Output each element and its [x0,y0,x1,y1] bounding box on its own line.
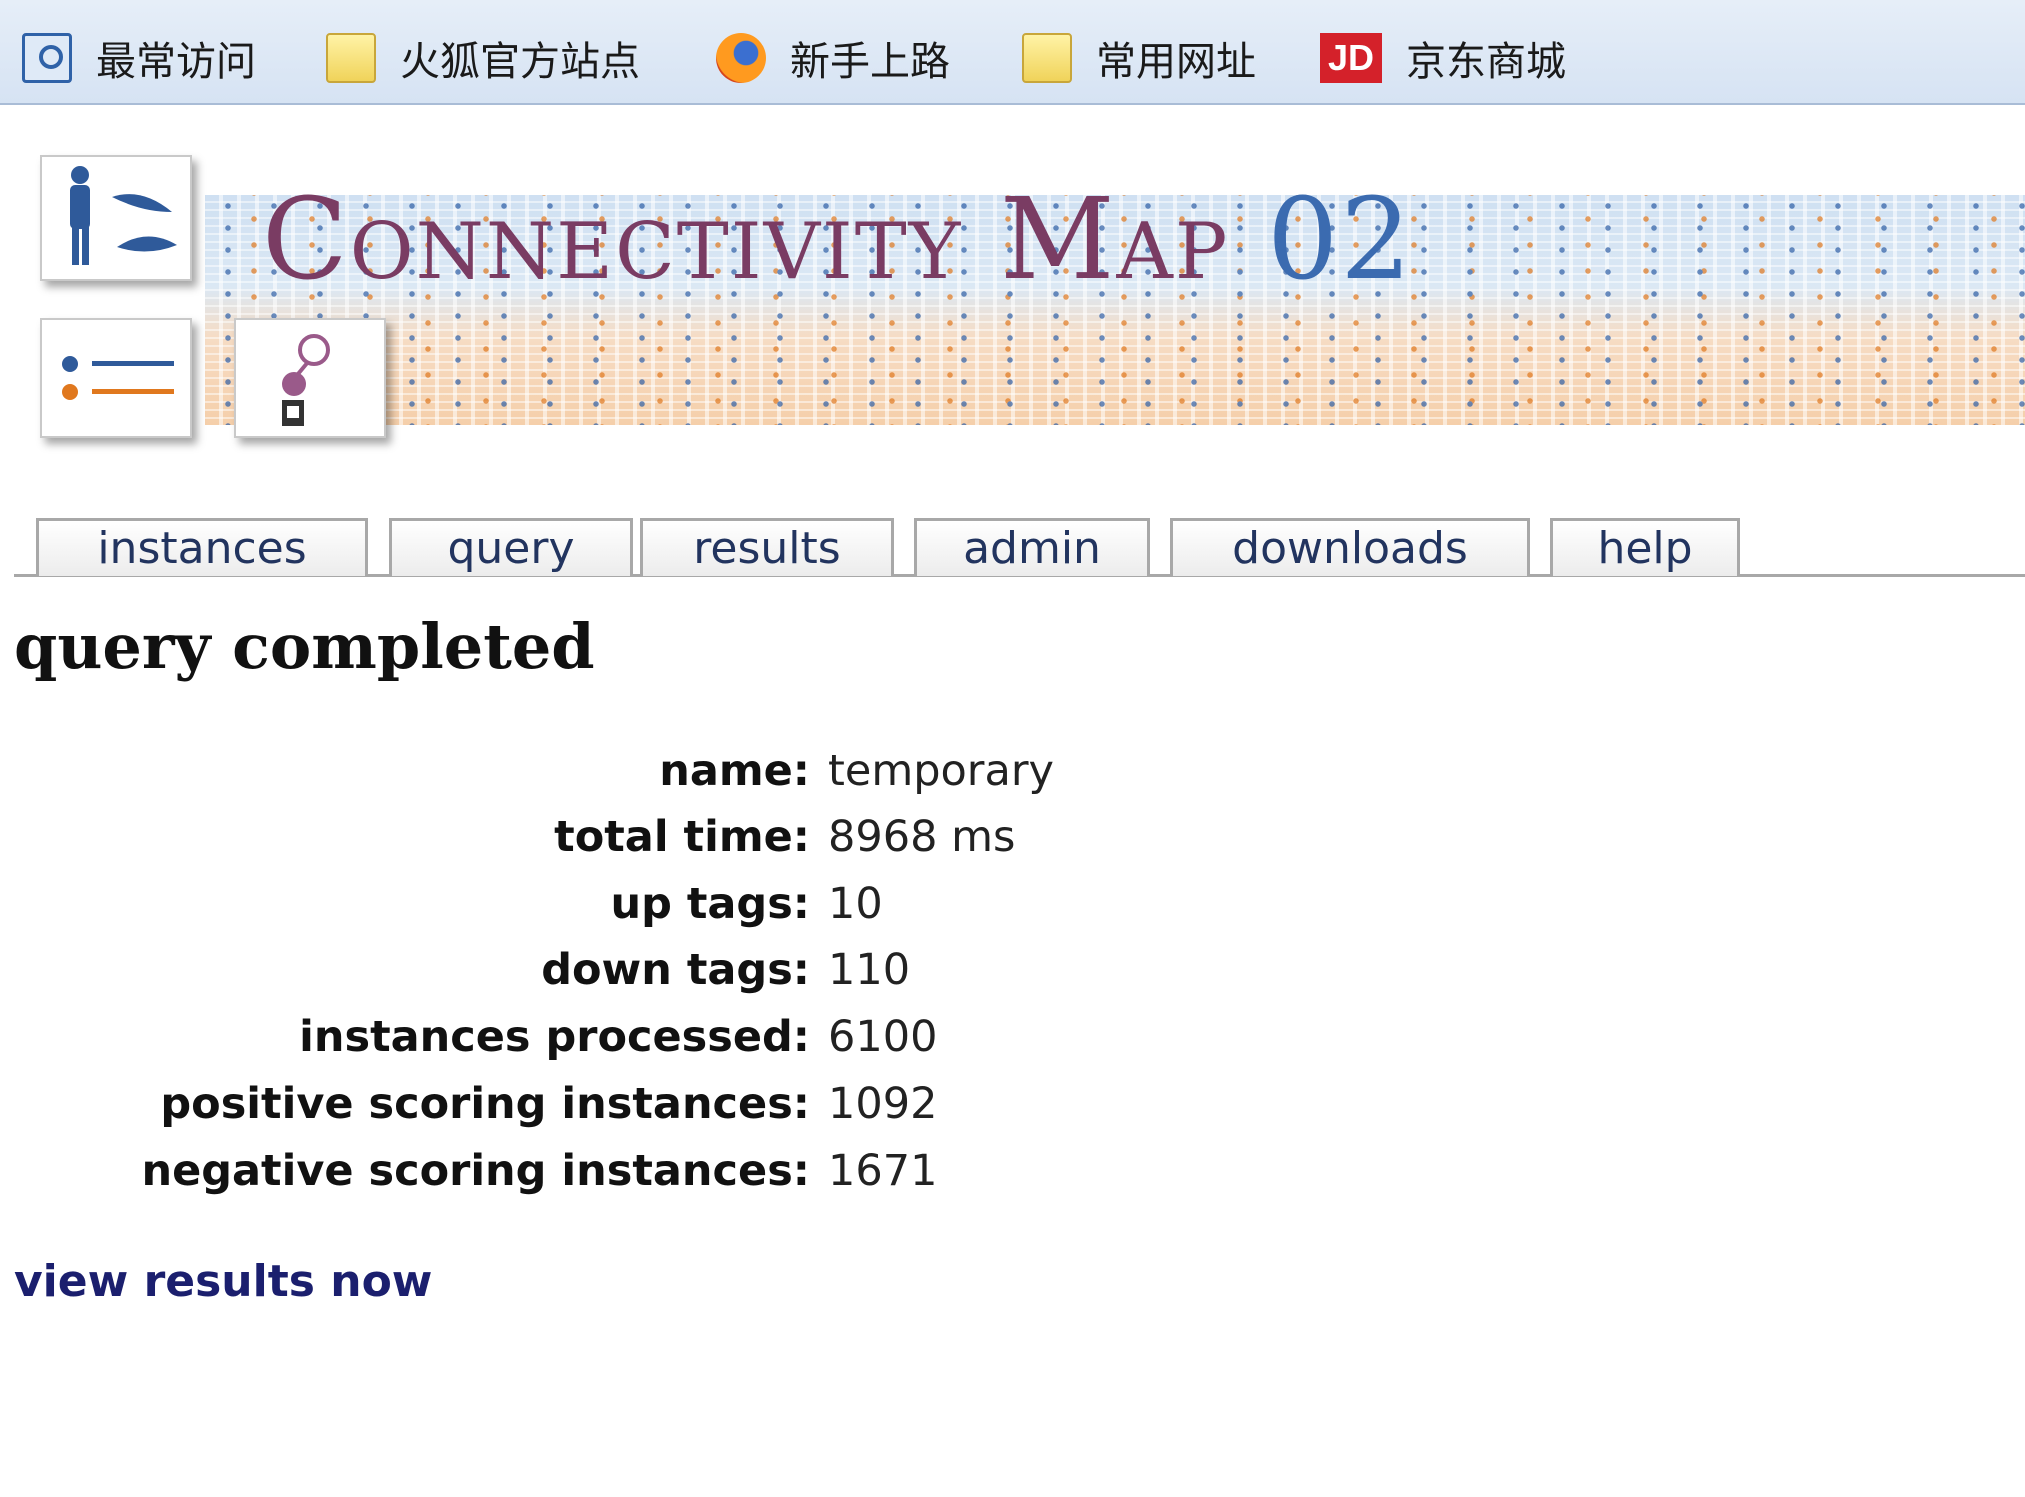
stat-row-negative-scoring: negative scoring instances: 1671 [0,1140,1200,1202]
bookmark-label: 最常访问 [96,39,256,85]
folder-icon [326,33,376,83]
tab-instances[interactable]: instances [36,518,368,576]
stat-label: negative scoring instances: [141,1146,810,1196]
species-logo-icon [40,155,192,281]
bookmark-most-visited[interactable]: 最常访问 [22,30,256,86]
stat-value: temporary [828,746,1054,796]
stat-label: instances processed: [299,1012,810,1062]
view-results-link[interactable]: view results now [14,1256,432,1307]
stat-row-name: name: temporary [0,740,1200,802]
stat-value: 1092 [828,1079,938,1129]
tab-help[interactable]: help [1550,518,1740,576]
stat-label: up tags: [610,879,810,929]
compound-logo-icon [234,318,386,438]
stat-value: 10 [828,879,883,929]
stat-label: total time: [554,812,810,862]
site-banner: Connectivity Map 02 [0,105,2025,465]
stat-row-total-time: total time: 8968 ms [0,806,1200,868]
stat-row-positive-scoring: positive scoring instances: 1092 [0,1073,1200,1135]
list-logo-icon [40,318,192,438]
stat-label: name: [659,746,810,796]
bookmark-firefox-official[interactable]: 火狐官方站点 [326,30,640,86]
stat-row-down-tags: down tags: 110 [0,939,1200,1001]
stat-row-instances-processed: instances processed: 6100 [0,1006,1200,1068]
bookmark-label: 火狐官方站点 [400,39,640,85]
banner-title-text: Connectivity Map [262,175,1230,305]
tab-downloads[interactable]: downloads [1170,518,1530,576]
banner-version: 02 [1266,175,1414,305]
tab-admin[interactable]: admin [914,518,1150,576]
stat-label: down tags: [541,945,810,995]
stat-value: 110 [828,945,911,995]
stat-value: 8968 ms [828,812,1016,862]
page-title: query completed [14,610,595,683]
bookmark-label: 常用网址 [1096,39,1256,85]
bookmark-getting-started[interactable]: 新手上路 [716,30,950,86]
stat-value: 1671 [828,1146,938,1196]
bookmarks-toolbar: 最常访问 火狐官方站点 新手上路 常用网址 JD 京东商城 [0,0,2025,105]
bookmark-label: 新手上路 [790,39,950,85]
bookmark-jd-mall[interactable]: JD 京东商城 [1320,30,1566,86]
banner-title: Connectivity Map 02 [262,175,1413,305]
tab-results[interactable]: results [640,518,894,576]
search-icon [22,33,72,83]
jd-logo-icon: JD [1320,33,1382,83]
bookmark-common-sites[interactable]: 常用网址 [1022,30,1256,86]
stat-value: 6100 [828,1012,938,1062]
stat-label: positive scoring instances: [160,1079,810,1129]
bookmark-label: 京东商城 [1406,39,1566,85]
stat-row-up-tags: up tags: 10 [0,873,1200,935]
firefox-icon [716,33,766,83]
folder-icon [1022,33,1072,83]
nav-tabs: instances query results admin downloads … [14,515,2025,577]
tab-query[interactable]: query [389,518,633,576]
